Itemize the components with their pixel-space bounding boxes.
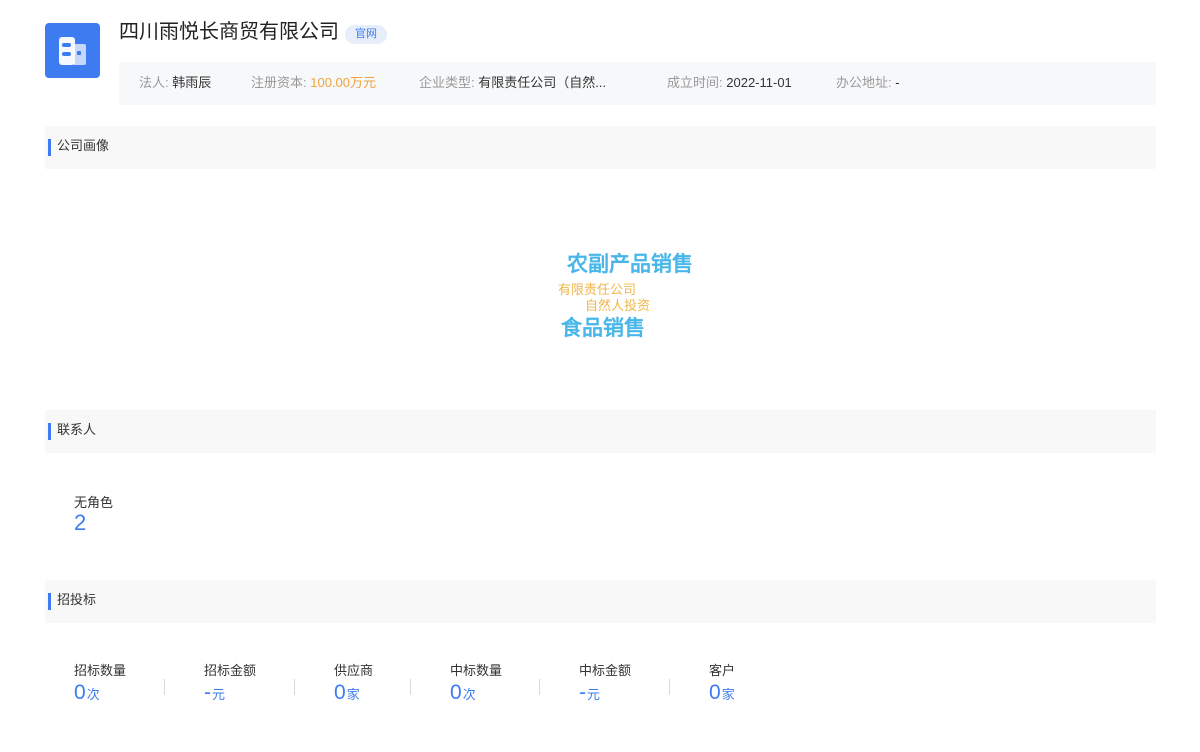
stat-tender-amount[interactable]: 招标金额 -元 — [204, 662, 256, 705]
legal-person-label: 法人: — [139, 75, 169, 90]
stat-divider — [669, 679, 670, 695]
section-bidding: 招投标 — [45, 580, 1156, 623]
registered-capital-label: 注册资本: — [251, 75, 307, 90]
contact-role-label: 无角色 — [74, 495, 114, 510]
company-logo — [45, 23, 100, 78]
official-website-tag[interactable]: 官网 — [345, 25, 387, 44]
section-accent-bar — [48, 593, 51, 610]
office-address-value: - — [895, 75, 900, 90]
stat-label: 招标金额 — [204, 663, 257, 678]
stat-label: 中标数量 — [450, 663, 503, 678]
section-accent-bar — [48, 139, 51, 156]
stat-unit: 次 — [462, 687, 476, 702]
section-accent-bar — [48, 423, 51, 440]
stat-value: - — [579, 681, 586, 704]
stat-label: 客户 — [709, 663, 736, 678]
stat-value: 0 — [709, 681, 721, 704]
stat-customers[interactable]: 客户 0家 — [709, 662, 735, 705]
company-type-value: 有限责任公司（自然... — [478, 75, 607, 90]
cloud-word: 食品销售 — [561, 317, 645, 340]
cloud-word: 农副产品销售 — [567, 253, 693, 276]
stat-tender-count[interactable]: 招标数量 0次 — [74, 662, 126, 705]
stat-label: 中标金额 — [579, 663, 632, 678]
stat-win-amount[interactable]: 中标金额 -元 — [579, 662, 631, 705]
stat-value: 0 — [450, 681, 462, 704]
company-type: 企业类型: 有限责任公司（自然... — [419, 62, 606, 105]
stat-unit: 元 — [212, 687, 226, 702]
stat-label: 招标数量 — [74, 663, 127, 678]
stat-unit: 次 — [86, 687, 100, 702]
stat-divider — [294, 679, 295, 695]
section-title: 联系人 — [57, 422, 97, 437]
stat-suppliers[interactable]: 供应商 0家 — [334, 662, 373, 705]
office-address: 办公地址: - — [836, 62, 900, 105]
stat-divider — [164, 679, 165, 695]
stat-unit: 元 — [587, 687, 601, 702]
stat-value: 0 — [74, 681, 86, 704]
section-title: 招投标 — [57, 592, 97, 607]
section-contacts: 联系人 — [45, 410, 1156, 453]
section-title: 公司画像 — [57, 138, 110, 153]
stat-value: 0 — [334, 681, 346, 704]
section-company-portrait: 公司画像 — [45, 126, 1156, 169]
contact-count[interactable]: 2 — [74, 510, 86, 536]
legal-person-value[interactable]: 韩雨辰 — [172, 75, 211, 90]
stat-divider — [410, 679, 411, 695]
registered-capital-value: 100.00万元 — [310, 75, 377, 90]
stat-unit: 家 — [346, 687, 360, 702]
stat-win-count[interactable]: 中标数量 0次 — [450, 662, 502, 705]
company-info-bar: 法人: 韩雨辰 注册资本: 100.00万元 企业类型: 有限责任公司（自然..… — [119, 62, 1156, 105]
stat-unit: 家 — [721, 687, 735, 702]
stat-value: - — [204, 681, 211, 704]
registered-capital: 注册资本: 100.00万元 — [251, 62, 376, 105]
founded-date-label: 成立时间: — [667, 75, 723, 90]
stat-label: 供应商 — [334, 663, 374, 678]
building-icon — [59, 37, 86, 65]
office-address-label: 办公地址: — [836, 75, 892, 90]
founded-date-value: 2022-11-01 — [726, 75, 792, 90]
company-name: 四川雨悦长商贸有限公司 — [119, 21, 339, 43]
stat-divider — [539, 679, 540, 695]
company-type-label: 企业类型: — [419, 75, 475, 90]
legal-person: 法人: 韩雨辰 — [139, 62, 211, 105]
founded-date: 成立时间: 2022-11-01 — [667, 62, 792, 105]
